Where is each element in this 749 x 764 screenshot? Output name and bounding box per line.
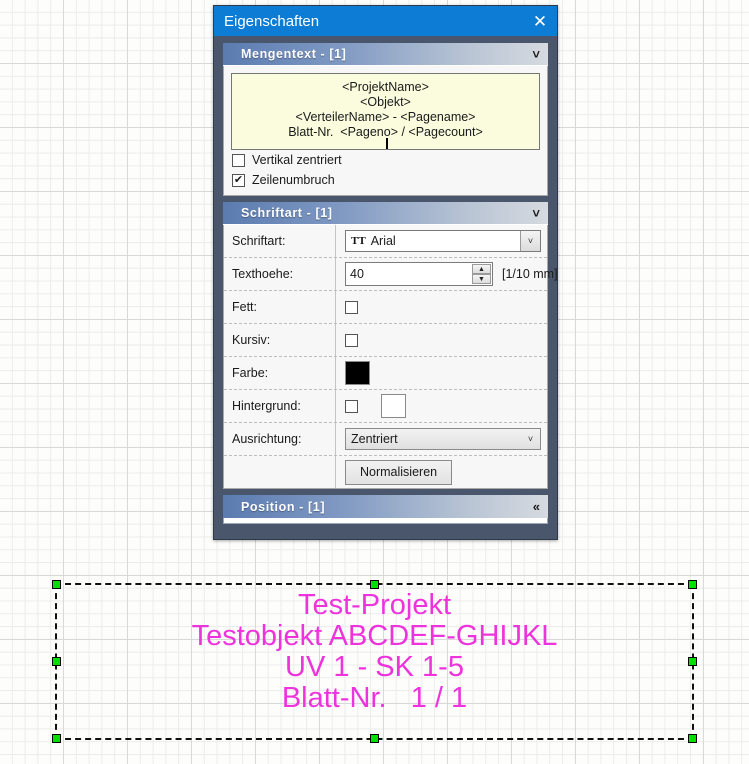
- section-header-schriftart[interactable]: Schriftart - [1] ˅: [223, 202, 548, 225]
- chevron-down-icon[interactable]: ˅: [521, 429, 540, 449]
- value-italic: [336, 333, 547, 347]
- font-family-value-wrap: TT Arial: [346, 234, 520, 248]
- alignment-dropdown[interactable]: Zentriert ˅: [345, 428, 541, 450]
- font-family-value: Arial: [370, 234, 396, 248]
- dialog-title: Eigenschaften: [224, 12, 320, 30]
- section-body-mengentext: <ProjektName> <Objekt> <VerteilerName> -…: [223, 66, 548, 196]
- stepper-down-icon[interactable]: ▼: [472, 274, 491, 284]
- section-title-schriftart: Schriftart - [1]: [241, 206, 333, 220]
- font-family-dropdown[interactable]: TT Arial ˅: [345, 230, 541, 252]
- section-header-position[interactable]: Position - [1] «: [223, 495, 548, 518]
- chevron-down-icon[interactable]: ˅: [532, 207, 540, 220]
- checkbox-zeilenumbruch[interactable]: [232, 173, 245, 187]
- label-bold: Fett:: [224, 291, 336, 323]
- value-bold: [336, 300, 547, 314]
- property-row-bold: Fett:: [224, 291, 547, 324]
- label-italic: Kursiv:: [224, 324, 336, 356]
- section-collapsed-strip: [223, 518, 548, 524]
- property-row-normalize: Normalisieren: [224, 456, 547, 488]
- close-icon[interactable]: ✕: [527, 9, 553, 33]
- checkbox-row-vertikal-zentriert[interactable]: Vertikal zentriert: [224, 150, 547, 170]
- value-color: [336, 361, 547, 385]
- property-row-font: Schriftart: TT Arial ˅: [224, 225, 547, 258]
- label-color: Farbe:: [224, 357, 336, 389]
- chevron-double-left-icon[interactable]: «: [533, 500, 540, 513]
- property-row-background: Hintergrund:: [224, 390, 547, 423]
- preview-wrapper: <ProjektName> <Objekt> <VerteilerName> -…: [224, 66, 547, 150]
- value-alignment: Zentriert ˅: [336, 428, 547, 450]
- value-background: [336, 394, 547, 418]
- label-textheight: Texthoehe:: [224, 258, 336, 290]
- truetype-icon: TT: [351, 235, 366, 247]
- stepper-buttons: ▲ ▼: [472, 264, 491, 284]
- mengentext-textarea[interactable]: <ProjektName> <Objekt> <VerteilerName> -…: [231, 73, 540, 150]
- resize-handle-top-center[interactable]: [369, 580, 379, 589]
- section-position: Position - [1] «: [223, 495, 548, 524]
- property-row-alignment: Ausrichtung: Zentriert ˅: [224, 423, 547, 456]
- dialog-titlebar[interactable]: Eigenschaften ✕: [214, 6, 557, 36]
- canvas-text-object[interactable]: Test-Projekt Testobjekt ABCDEF-GHIJKL UV…: [55, 590, 694, 714]
- resize-handle-bottom-right[interactable]: [688, 734, 697, 743]
- label-normalize-spacer: [224, 456, 336, 488]
- textheight-input[interactable]: 40: [346, 263, 472, 285]
- label-zeilenumbruch: Zeilenumbruch: [252, 173, 335, 187]
- chevron-down-icon[interactable]: ˅: [520, 231, 540, 251]
- section-body-schriftart: Schriftart: TT Arial ˅ Texthoehe: 40 ▲ ▼…: [223, 225, 558, 489]
- property-row-italic: Kursiv:: [224, 324, 547, 357]
- property-row-textheight: Texthoehe: 40 ▲ ▼ [1/10 mm]: [224, 258, 558, 291]
- checkbox-row-zeilenumbruch[interactable]: Zeilenumbruch: [224, 170, 547, 195]
- dialog-body: Mengentext - [1] ˅ <ProjektName> <Objekt…: [214, 36, 558, 539]
- value-normalize: Normalisieren: [336, 459, 547, 485]
- resize-handle-top-left[interactable]: [52, 580, 61, 589]
- resize-handle-bottom-left[interactable]: [52, 734, 61, 743]
- resize-handle-top-right[interactable]: [688, 580, 697, 589]
- checkbox-italic[interactable]: [345, 333, 358, 347]
- text-cursor: [385, 138, 388, 149]
- value-font: TT Arial ˅: [336, 230, 547, 252]
- color-swatch[interactable]: [345, 361, 370, 385]
- textheight-stepper[interactable]: 40 ▲ ▼: [345, 262, 493, 286]
- label-font: Schriftart:: [224, 225, 336, 257]
- resize-handle-bottom-center[interactable]: [369, 734, 379, 743]
- background-color-swatch[interactable]: [381, 394, 406, 418]
- checkbox-bold[interactable]: [345, 300, 358, 314]
- property-row-color: Farbe:: [224, 357, 547, 390]
- alignment-value: Zentriert: [351, 432, 398, 446]
- section-title-position: Position - [1]: [241, 499, 326, 514]
- label-alignment: Ausrichtung:: [224, 423, 336, 455]
- section-schriftart: Schriftart - [1] ˅ Schriftart: TT Arial …: [223, 202, 558, 489]
- checkbox-background[interactable]: [345, 399, 358, 413]
- stepper-up-icon[interactable]: ▲: [472, 264, 491, 274]
- value-textheight: 40 ▲ ▼ [1/10 mm]: [336, 262, 564, 286]
- textheight-unit: [1/10 mm]: [502, 267, 558, 281]
- section-header-mengentext[interactable]: Mengentext - [1] ˅: [223, 43, 548, 66]
- chevron-down-icon[interactable]: ˅: [532, 48, 540, 61]
- checkbox-vertikal-zentriert[interactable]: [232, 153, 245, 167]
- section-mengentext: Mengentext - [1] ˅ <ProjektName> <Objekt…: [223, 43, 548, 196]
- properties-dialog[interactable]: Eigenschaften ✕ Mengentext - [1] ˅ <Proj…: [213, 5, 558, 540]
- label-background: Hintergrund:: [224, 390, 336, 422]
- normalize-button[interactable]: Normalisieren: [345, 459, 453, 485]
- label-vertikal-zentriert: Vertikal zentriert: [252, 153, 342, 167]
- section-title-mengentext: Mengentext - [1]: [241, 47, 347, 61]
